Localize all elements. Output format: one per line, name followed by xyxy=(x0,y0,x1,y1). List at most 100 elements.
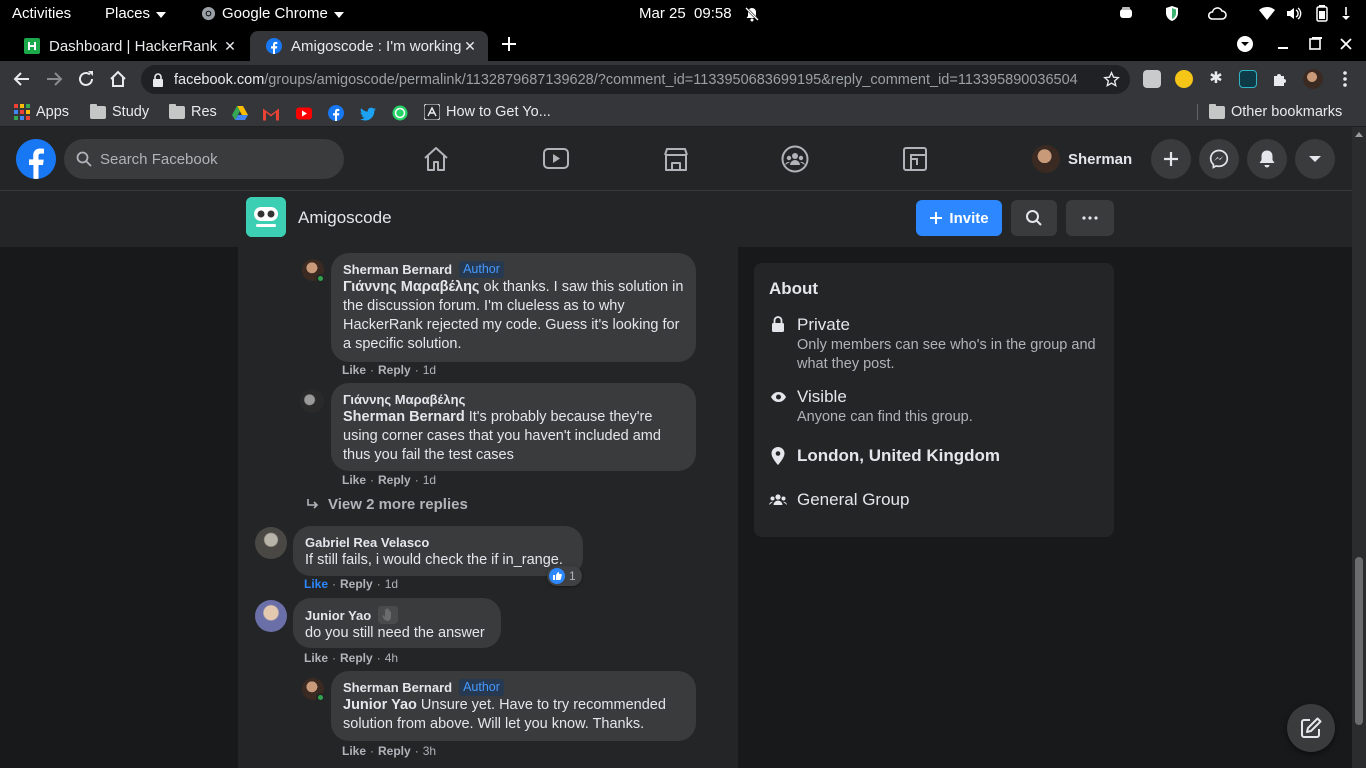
avatar[interactable] xyxy=(255,600,287,632)
mention-link[interactable]: Junior Yao xyxy=(343,697,417,713)
author-name[interactable]: Junior Yao xyxy=(305,607,371,624)
reaction-count[interactable]: 1 xyxy=(547,566,582,586)
mention-link[interactable]: Γιάννης Μαραβέλης xyxy=(343,279,479,295)
tab-hackerrank[interactable]: Dashboard | HackerRank ✕ xyxy=(8,31,248,61)
tab-amigoscode[interactable]: Amigoscode : I'm working on HackerRank ✕ xyxy=(250,31,488,61)
group-title[interactable]: Amigoscode xyxy=(298,208,392,228)
bookmark-folder-study[interactable]: Study xyxy=(90,103,149,121)
view-more-replies-link[interactable]: View 2 more replies xyxy=(306,496,468,513)
chrome-profile-avatar[interactable] xyxy=(1303,69,1323,89)
youtube-icon[interactable] xyxy=(296,105,312,123)
apps-grid-icon xyxy=(14,104,30,120)
places-menu[interactable]: Places xyxy=(105,0,167,27)
create-button[interactable] xyxy=(1151,139,1191,179)
battery-icon[interactable] xyxy=(1315,5,1329,22)
chrome-menu-icon[interactable] xyxy=(1336,70,1354,88)
reload-icon[interactable] xyxy=(76,69,96,89)
comment-bubble: Sherman Bernard Author Γιάννης Μαραβέλης … xyxy=(331,253,696,362)
extension-1-icon[interactable] xyxy=(1143,70,1161,88)
author-name[interactable]: Γιάννης Μαραβέλης xyxy=(343,391,465,408)
coffee-indicator-icon[interactable] xyxy=(1118,5,1136,22)
close-window-icon[interactable] xyxy=(1337,35,1355,53)
reply-link[interactable]: Reply xyxy=(378,744,411,758)
comment-time[interactable]: 3h xyxy=(423,744,436,758)
facebook-bookmark-icon[interactable] xyxy=(328,104,344,122)
bookmark-other[interactable]: Other bookmarks xyxy=(1209,103,1342,121)
reply-link[interactable]: Reply xyxy=(378,473,411,487)
bookmark-star-icon[interactable] xyxy=(1103,71,1120,88)
extension-4-icon[interactable] xyxy=(1239,70,1257,88)
tab-search-chevron-icon[interactable] xyxy=(1236,35,1254,53)
avatar[interactable] xyxy=(300,389,324,413)
like-link[interactable]: Like xyxy=(342,744,366,758)
facebook-logo-icon[interactable] xyxy=(16,139,56,179)
marketplace-nav-icon[interactable] xyxy=(662,145,690,173)
group-search-button[interactable] xyxy=(1011,200,1057,236)
app-menu[interactable]: Google Chrome xyxy=(201,0,344,27)
reply-link[interactable]: Reply xyxy=(340,651,373,665)
clock[interactable]: Mar 25 09:58 xyxy=(639,0,760,27)
scroll-up-arrow-icon[interactable] xyxy=(1355,132,1363,137)
author-name[interactable]: Sherman Bernard xyxy=(343,679,452,696)
comment-time[interactable]: 1d xyxy=(423,363,436,377)
groups-nav-icon[interactable] xyxy=(781,145,809,173)
avatar[interactable] xyxy=(255,527,287,559)
author-name[interactable]: Gabriel Rea Velasco xyxy=(305,534,429,551)
wifi-icon[interactable] xyxy=(1258,5,1276,22)
like-link[interactable]: Like xyxy=(342,473,366,487)
account-menu-button[interactable] xyxy=(1295,139,1335,179)
gaming-nav-icon[interactable] xyxy=(901,145,929,173)
reply-link[interactable]: Reply xyxy=(340,577,373,591)
twitter-icon[interactable] xyxy=(360,105,376,123)
lock-icon[interactable] xyxy=(152,72,164,87)
like-link[interactable]: Like xyxy=(304,651,328,665)
minimize-icon[interactable] xyxy=(1274,35,1292,53)
home-nav-icon[interactable] xyxy=(422,145,450,173)
comment-reply: Γιάννης Μαραβέλης Sherman Bernard It's p… xyxy=(238,377,738,487)
group-more-button[interactable] xyxy=(1066,200,1114,236)
like-link[interactable]: Like xyxy=(342,363,366,377)
extension-3-icon[interactable]: ✱ xyxy=(1207,70,1225,88)
scrollbar-thumb[interactable] xyxy=(1355,557,1363,725)
whatsapp-icon[interactable] xyxy=(392,104,408,122)
shield-indicator-icon[interactable] xyxy=(1164,5,1180,22)
back-arrow-icon[interactable] xyxy=(12,69,32,89)
more-dots-icon xyxy=(1082,216,1098,220)
reply-link[interactable]: Reply xyxy=(378,363,411,377)
volume-icon[interactable] xyxy=(1285,5,1303,22)
maximize-icon[interactable] xyxy=(1306,35,1324,53)
author-name[interactable]: Sherman Bernard xyxy=(343,261,452,278)
address-bar[interactable]: facebook.com/groups/amigoscode/permalink… xyxy=(141,65,1130,94)
about-location[interactable]: London, United Kingdom xyxy=(769,445,1000,466)
new-tab-plus-icon[interactable] xyxy=(500,35,518,53)
gmail-icon[interactable] xyxy=(263,105,279,123)
comment-time[interactable]: 4h xyxy=(385,651,398,665)
bookmark-folder-res[interactable]: Res xyxy=(169,103,217,121)
mention-link[interactable]: Sherman Bernard xyxy=(343,409,465,425)
group-cover-thumbnail[interactable] xyxy=(246,197,286,237)
comment-time[interactable]: 1d xyxy=(423,473,436,487)
close-tab-icon[interactable]: ✕ xyxy=(462,38,478,55)
home-icon[interactable] xyxy=(108,69,128,89)
watch-nav-icon[interactable] xyxy=(542,145,570,173)
like-link[interactable]: Like xyxy=(304,577,328,591)
profile-button[interactable]: Sherman xyxy=(1032,143,1132,175)
activities-button[interactable]: Activities xyxy=(12,0,71,27)
bookmark-how-to[interactable]: How to Get Yo... xyxy=(424,103,551,121)
facebook-search[interactable] xyxy=(64,139,344,179)
forward-arrow-icon[interactable] xyxy=(44,69,64,89)
search-input[interactable] xyxy=(100,150,320,168)
close-tab-icon[interactable]: ✕ xyxy=(222,38,238,55)
extension-2-icon[interactable] xyxy=(1175,70,1193,88)
notifications-button[interactable] xyxy=(1247,139,1287,179)
page-scrollbar[interactable] xyxy=(1352,127,1366,768)
google-drive-icon[interactable] xyxy=(232,104,248,122)
bookmark-apps[interactable]: Apps xyxy=(14,103,69,121)
new-message-button[interactable] xyxy=(1287,704,1335,752)
cloud-indicator-icon[interactable] xyxy=(1207,5,1227,22)
power-menu-icon[interactable] xyxy=(1340,5,1352,22)
comment-time[interactable]: 1d xyxy=(385,577,398,591)
messenger-button[interactable] xyxy=(1199,139,1239,179)
extensions-puzzle-icon[interactable] xyxy=(1271,70,1289,88)
invite-button[interactable]: Invite xyxy=(916,200,1002,236)
